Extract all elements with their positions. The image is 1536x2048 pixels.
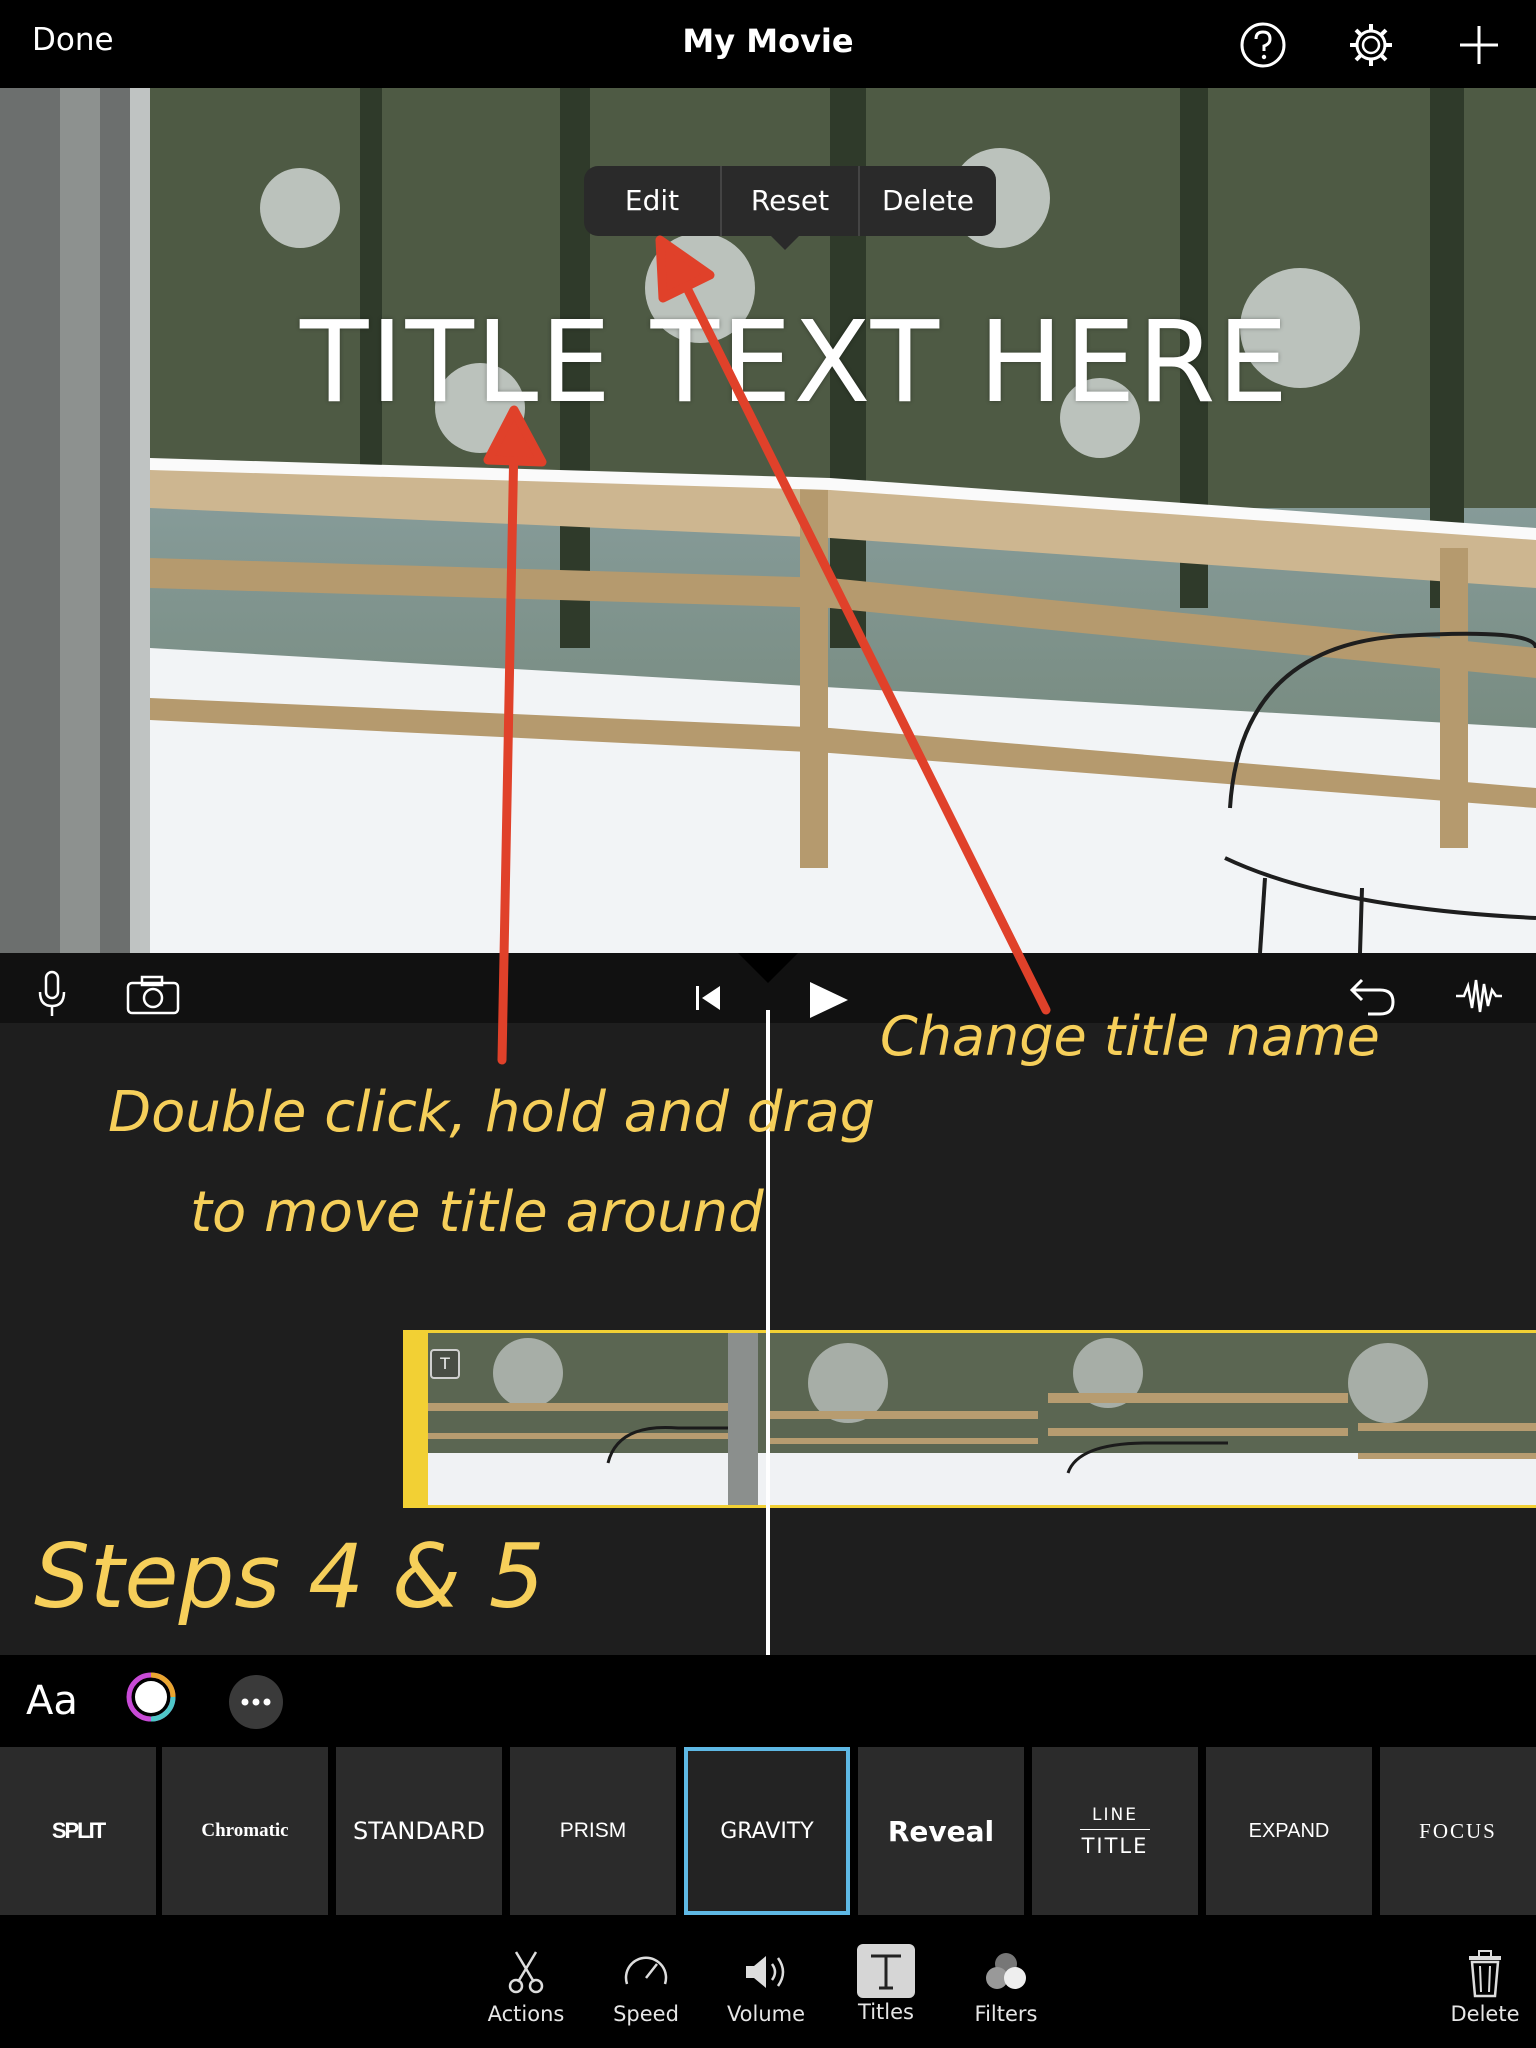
tile-focus[interactable]: FOCUS — [1380, 1747, 1536, 1915]
tile-standard[interactable]: STANDARD — [336, 1747, 502, 1915]
speedometer-icon — [624, 1956, 668, 1985]
more-options-button[interactable] — [229, 1675, 283, 1729]
speed-label: Speed — [613, 2002, 679, 2026]
filters-tool[interactable]: Filters — [951, 1950, 1061, 2026]
tile-prism[interactable]: PRISM — [510, 1747, 676, 1915]
tile-expand[interactable]: EXPAND — [1206, 1747, 1372, 1915]
font-button[interactable]: Aa — [26, 1678, 78, 1724]
tile-chromatic[interactable]: Chromatic — [162, 1747, 328, 1915]
filters-label: Filters — [974, 2002, 1038, 2026]
color-picker-icon[interactable] — [126, 1672, 176, 1722]
delete-tool[interactable]: Delete — [1430, 1950, 1536, 2026]
volume-label: Volume — [726, 2002, 806, 2026]
tile-line-title[interactable]: LINE TITLE — [1032, 1747, 1198, 1915]
scissors-icon — [508, 1951, 544, 1994]
volume-tool[interactable]: Volume — [711, 1950, 821, 2026]
titles-tool-active[interactable]: Titles — [831, 1944, 941, 2024]
tile-split[interactable]: SPLIT — [0, 1747, 156, 1915]
trash-icon — [1469, 1950, 1501, 1998]
speed-tool[interactable]: Speed — [591, 1950, 701, 2026]
title-style-tiles: SPLIT Chromatic STANDARD PRISM GRAVITY R… — [0, 1747, 1536, 1917]
delete-label: Delete — [1450, 2002, 1520, 2026]
speaker-icon — [746, 1956, 785, 1988]
titles-icon — [857, 1944, 915, 1998]
tile-gravity-selected[interactable]: GRAVITY — [684, 1747, 850, 1915]
actions-tool[interactable]: Actions — [471, 1950, 581, 2026]
titles-label: Titles — [858, 2000, 914, 2024]
tile-reveal[interactable]: Reveal — [858, 1747, 1024, 1915]
tile-divider — [1080, 1828, 1150, 1830]
actions-label: Actions — [487, 2002, 565, 2026]
ellipsis-icon — [241, 1698, 271, 1706]
filters-icon — [986, 1953, 1026, 1989]
